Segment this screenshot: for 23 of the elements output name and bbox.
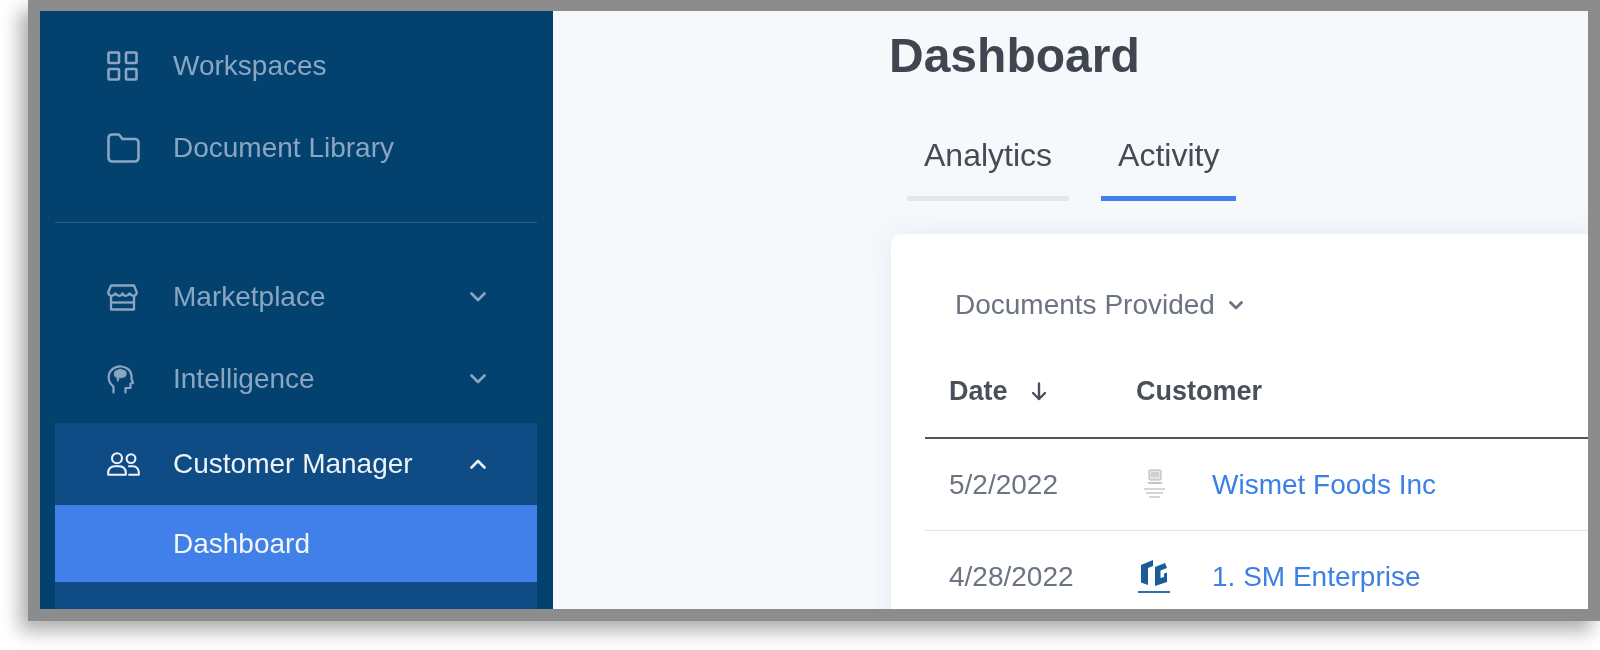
- sidebar-item[interactable]: Customer Manager: [55, 423, 537, 505]
- head-brain-icon: [107, 364, 134, 394]
- tab[interactable]: Analytics: [907, 119, 1070, 201]
- users-icon: [107, 452, 140, 476]
- grid-icon: [107, 51, 138, 81]
- store-icon: [107, 283, 138, 311]
- tab[interactable]: Activity: [1101, 119, 1237, 201]
- customer-link[interactable]: 1. SM Enterprise: [1212, 560, 1421, 593]
- sidebar-subitem[interactable]: Dashboard: [55, 505, 537, 582]
- date-text: 4/28/2022: [949, 560, 1074, 593]
- sidebar-item[interactable]: Intelligence: [55, 338, 537, 420]
- column-header[interactable]: Customer: [1136, 375, 1263, 407]
- sidebar-item[interactable]: Marketplace: [55, 256, 537, 338]
- sidebar-item[interactable]: Workspaces: [55, 25, 537, 107]
- column-header[interactable]: Date: [949, 375, 1047, 407]
- customer-link[interactable]: Wismet Foods Inc: [1212, 468, 1437, 501]
- sidebar-item[interactable]: Document Library: [55, 107, 537, 189]
- folder-icon: [107, 133, 140, 163]
- logo-icon: [1136, 558, 1172, 595]
- filter-dropdown[interactable]: Documents Provided: [955, 285, 1243, 325]
- page-title: Dashboard: [889, 28, 1140, 84]
- date-text: 5/2/2022: [949, 468, 1058, 501]
- chevron-down-icon: [1228, 300, 1243, 310]
